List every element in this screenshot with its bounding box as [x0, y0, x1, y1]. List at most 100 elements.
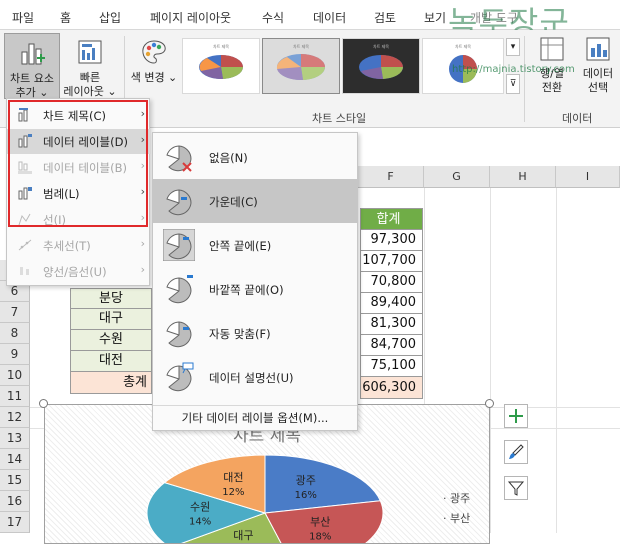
change-colors-label: 색 변경 ⌄ [130, 71, 178, 84]
chart-styles-button[interactable] [504, 440, 528, 464]
gallery-more-button[interactable]: ⊽ [506, 74, 520, 94]
menu-item-outside-end[interactable]: 바깥쪽 끝에(O) [153, 267, 357, 311]
chart-style-thumb-3[interactable]: 차트 제목 [342, 38, 420, 94]
chart-resize-handle[interactable] [39, 399, 48, 408]
menu-item-data-labels[interactable]: 데이터 레이블(D) › [7, 129, 151, 154]
data-labels-submenu: 없음(N) 가운데(C) 안쪽 끝에(E) 바깥쪽 끝에(O) 자동 맞춤(F) [152, 132, 358, 431]
quick-layout-label: 빠른 [79, 71, 101, 84]
select-data-button[interactable]: 데이터 선택 [576, 33, 620, 101]
row-header[interactable]: 11 [0, 386, 30, 407]
menu-item-inside-end[interactable]: 안쪽 끝에(E) [153, 223, 357, 267]
row-header[interactable]: 10 [0, 365, 30, 386]
city-cell[interactable]: 분당 [70, 288, 152, 309]
slice-category-label: 광주 [296, 474, 316, 487]
city-cell[interactable]: 대전 [70, 351, 152, 372]
add-chart-element-icon [21, 43, 45, 65]
row-header[interactable]: 15 [0, 470, 30, 491]
menu-item-data-callout[interactable]: 데이터 설명선(U) [153, 355, 357, 399]
tab-file[interactable]: 파일 [12, 9, 34, 26]
total-cell[interactable]: 84,700 [360, 335, 423, 356]
legend-entry[interactable]: · 부산 [443, 509, 470, 529]
menu-item-trendline[interactable]: 추세선(T) › [7, 233, 151, 258]
row-header[interactable]: 14 [0, 449, 30, 470]
tab-data[interactable]: 데이터 [313, 9, 346, 26]
menu-item-legend[interactable]: 범례(L) › [7, 181, 151, 206]
row-header[interactable]: 13 [0, 428, 30, 449]
grand-total-cell[interactable]: 606,300 [360, 377, 423, 399]
tab-page-layout[interactable]: 페이지 레이아웃 [150, 9, 231, 26]
column-header-g[interactable]: G [424, 166, 490, 188]
submenu-arrow-icon: › [140, 237, 145, 250]
switch-row-column-icon [540, 37, 564, 61]
row-header[interactable]: 9 [0, 344, 30, 365]
add-chart-element-menu: 차트 제목(C) › 데이터 레이블(D) › 데이터 테이블(B) › 범례(L) ›… [6, 98, 151, 286]
switch-row-column-label-2: 전환 [541, 81, 563, 94]
grand-total-label-cell[interactable]: 총계 [70, 372, 152, 394]
outside-end-labels-icon [166, 275, 193, 304]
chart-title-icon [18, 108, 28, 122]
menu-item-center[interactable]: 가운데(C) [153, 179, 357, 223]
total-cell[interactable]: 107,700 [360, 251, 423, 272]
chart-filters-button[interactable] [504, 476, 528, 500]
total-cell[interactable]: 97,300 [360, 230, 423, 251]
total-header-cell[interactable]: 합계 [360, 208, 423, 230]
watermark-url: http://majnia.tistory.com [452, 64, 575, 75]
legend-icon [18, 187, 32, 200]
submenu-arrow-icon: › [140, 107, 145, 120]
change-colors-button[interactable]: 색 변경 ⌄ [130, 33, 178, 99]
legend[interactable]: · 광주 · 부산 [443, 489, 470, 529]
select-data-label: 데이터 [582, 67, 614, 80]
menu-item-up-down-bars[interactable]: 양선/음선(U) › [7, 259, 151, 284]
total-cell[interactable]: 89,400 [360, 293, 423, 314]
ribbon-separator [524, 36, 525, 122]
gallery-scroll-down-button[interactable]: ▾ [506, 38, 520, 56]
total-cell[interactable]: 70,800 [360, 272, 423, 293]
row-header[interactable]: 17 [0, 512, 30, 533]
filter-icon [507, 481, 525, 496]
submenu-arrow-icon: › [140, 133, 145, 146]
row-header[interactable]: 8 [0, 323, 30, 344]
menu-item-chart-title[interactable]: 차트 제목(C) › [7, 103, 151, 128]
style-thumb-caption: 차트 제목 [373, 44, 389, 49]
grid-line [556, 188, 557, 533]
column-header-i[interactable]: I [556, 166, 620, 188]
chart-style-thumb-1[interactable]: 차트 제목 [182, 38, 260, 94]
quick-layout-button[interactable]: 빠른 레이아웃 ⌄ [60, 33, 120, 99]
city-cell[interactable]: 대구 [70, 309, 152, 330]
column-header-h[interactable]: H [490, 166, 556, 188]
menu-item-none[interactable]: 없음(N) [153, 135, 357, 179]
add-chart-element-label: 차트 요소 [10, 72, 54, 85]
trendline-icon [18, 239, 32, 251]
tab-view[interactable]: 보기 [424, 9, 446, 26]
city-cell[interactable]: 수원 [70, 330, 152, 351]
slice-value-label: 18% [309, 532, 331, 543]
legend-entry[interactable]: · 광주 [443, 489, 470, 509]
tab-home[interactable]: 홈 [60, 9, 71, 26]
more-data-label-options[interactable]: 기타 데이터 레이블 옵션(M)... [153, 405, 357, 429]
column-header-f[interactable]: F [358, 166, 424, 188]
row-header[interactable]: 12 [0, 407, 30, 428]
add-chart-element-button[interactable]: 차트 요소 추가 ⌄ [4, 33, 60, 99]
grid-line [490, 188, 491, 533]
menu-item-lines[interactable]: 선(I) › [7, 207, 151, 232]
menu-item-data-table[interactable]: 데이터 테이블(B) › [7, 155, 151, 180]
no-labels-icon [166, 145, 192, 172]
style-thumb-caption: 차트 제목 [213, 44, 229, 49]
tab-formulas[interactable]: 수식 [262, 9, 284, 26]
menu-item-best-fit[interactable]: 자동 맞춤(F) [153, 311, 357, 355]
chart-resize-handle[interactable] [485, 399, 494, 408]
total-cell[interactable]: 75,100 [360, 356, 423, 377]
row-header[interactable]: 7 [0, 302, 30, 323]
chart-styles-group-label: 차트 스타일 [312, 112, 367, 125]
chart-elements-button[interactable] [504, 404, 528, 428]
slice-value-label: 14% [189, 516, 211, 527]
tab-review[interactable]: 검토 [374, 9, 396, 26]
chart-style-thumb-2[interactable]: 차트 제목 [262, 38, 340, 94]
plus-icon [509, 409, 523, 423]
total-cell[interactable]: 81,300 [360, 314, 423, 335]
best-fit-labels-icon [166, 321, 192, 348]
tab-insert[interactable]: 삽입 [99, 9, 121, 26]
inside-end-labels-icon [163, 229, 195, 261]
row-header[interactable]: 16 [0, 491, 30, 512]
brush-icon [509, 444, 524, 459]
